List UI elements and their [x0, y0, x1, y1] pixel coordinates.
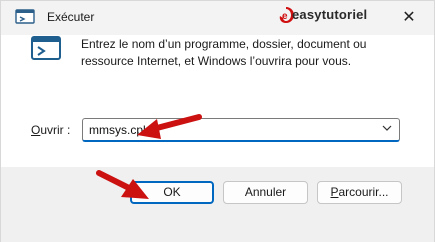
window-title: Exécuter: [47, 10, 95, 24]
browse-label-rest: arcourir...: [338, 185, 389, 199]
watermark-text: easytutoriel: [292, 7, 368, 22]
annotation-arrow-icon: [137, 114, 202, 139]
run-icon: [15, 9, 35, 24]
run-dialog: Exécuter e easytutoriel ✕ Entrez le nom …: [0, 0, 435, 242]
close-icon: ✕: [402, 9, 416, 26]
open-label: Ouvrir :: [31, 123, 70, 137]
button-bar: [1, 167, 434, 242]
svg-text:e: e: [282, 11, 288, 22]
browse-button[interactable]: Parcourir...: [317, 181, 402, 204]
open-label-rest: uvrir :: [40, 123, 71, 137]
close-button[interactable]: ✕: [387, 2, 431, 32]
description-text: Entrez le nom d’un programme, dossier, d…: [81, 37, 367, 68]
browse-accesskey: P: [330, 185, 339, 199]
annotation-arrow-icon: [96, 170, 149, 199]
title-bar: Exécuter e easytutoriel ✕: [1, 1, 434, 35]
chevron-down-icon[interactable]: [381, 122, 393, 134]
cancel-button[interactable]: Annuler: [223, 181, 308, 204]
open-label-accesskey: O: [31, 123, 41, 137]
run-app-icon: [31, 36, 61, 60]
open-combobox[interactable]: mmsys.cpl: [82, 118, 400, 142]
